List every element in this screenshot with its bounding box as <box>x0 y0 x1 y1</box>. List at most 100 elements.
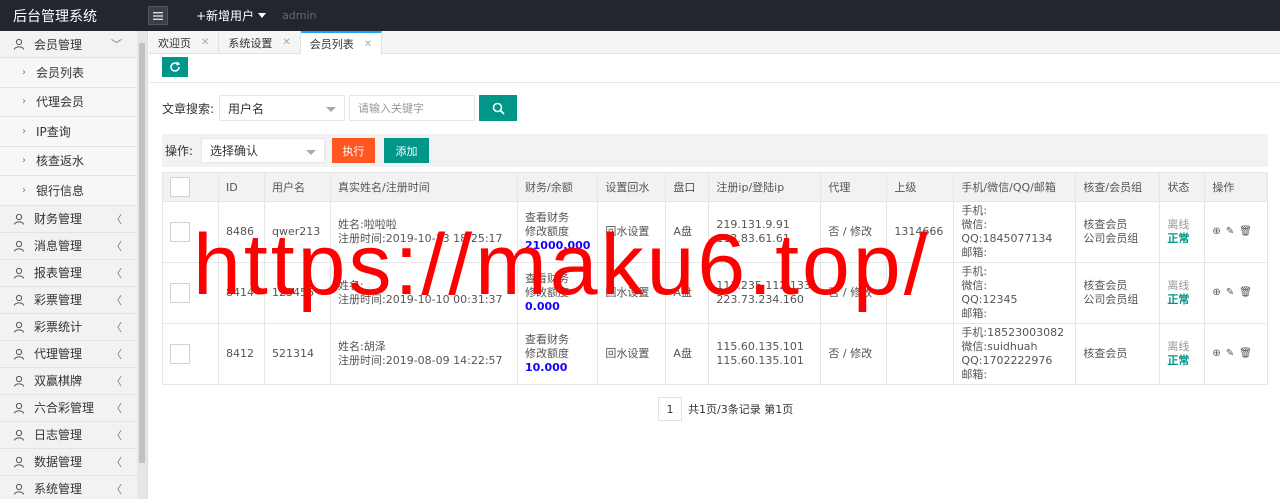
trash-icon[interactable]: 🗑 <box>1239 225 1252 239</box>
download-icon[interactable]: ⊕ <box>1212 225 1220 239</box>
member-group: 公司会员组 <box>1083 232 1139 245</box>
close-icon[interactable]: ✕ <box>282 37 290 48</box>
edit-quota-link[interactable]: 修改额度 <box>525 347 590 361</box>
cell-status: 离线 正常 <box>1159 323 1206 385</box>
download-icon[interactable]: ⊕ <box>1212 347 1220 361</box>
execute-button[interactable]: 执行 <box>332 138 376 163</box>
keyword-placeholder: 请输入关键字 <box>358 102 425 115</box>
tab-system-settings[interactable]: 系统设置 ✕ <box>219 31 301 54</box>
edit-icon[interactable]: ✎ <box>1226 347 1234 361</box>
keyword-input[interactable]: 请输入关键字 <box>349 95 476 121</box>
sidebar-subitem[interactable]: › IP查询 <box>0 117 138 147</box>
register-ip: 219.131.9.91 <box>716 218 790 231</box>
search-button[interactable] <box>479 95 518 121</box>
cell-rebate: 回水设置 <box>597 262 667 324</box>
agent-toggle-link[interactable]: 否 / 修改 <box>828 286 872 299</box>
wechat: 微信:suidhuah <box>961 340 1038 353</box>
register-ip: 115.60.135.101 <box>716 340 804 353</box>
edit-quota-link[interactable]: 修改额度 <box>525 225 590 239</box>
online-status: 离线 <box>1167 218 1190 231</box>
view-finance-link[interactable]: 查看财务 <box>525 211 590 225</box>
rebate-setting-link[interactable]: 回水设置 <box>605 286 649 299</box>
download-icon[interactable]: ⊕ <box>1212 286 1220 300</box>
cell-realname: 姓名:啦啦啦 注册时间:2019-10-13 18:25:17 <box>330 201 518 263</box>
operation-select[interactable]: 选择确认 <box>201 138 326 163</box>
online-status: 离线 <box>1167 279 1190 292</box>
cell-agent: 否 / 修改 <box>820 201 888 263</box>
check-member-link[interactable]: 核查会员 <box>1083 279 1152 293</box>
chevron-left-icon: 〈 <box>111 428 122 442</box>
sidebar-item[interactable]: 系统管理 〈 <box>0 476 138 499</box>
caret-down-icon <box>306 150 317 155</box>
sidebar-item[interactable]: 报表管理 〈 <box>0 260 138 287</box>
sidebar-scrollbar[interactable] <box>137 31 147 499</box>
agent-toggle-link[interactable]: 否 / 修改 <box>828 347 872 360</box>
admin-username[interactable]: admin <box>282 9 316 22</box>
chevron-left-icon: 〈 <box>111 320 122 334</box>
reg-time: 注册时间:2019-10-13 18:25:17 <box>338 232 503 245</box>
sidebar-item[interactable]: 彩票管理 〈 <box>0 287 138 314</box>
cell-rebate: 回水设置 <box>597 323 667 385</box>
sidebar-item[interactable]: 日志管理 〈 <box>0 422 138 449</box>
cell-finance: 查看财务 修改额度 0.000 <box>516 262 599 324</box>
menu-toggle-button[interactable] <box>148 6 168 25</box>
col-finance: 财务/余额 <box>516 172 599 202</box>
rebate-setting-link[interactable]: 回水设置 <box>605 347 649 360</box>
add-user-menu[interactable]: +新增用户 <box>196 7 267 24</box>
check-member-link[interactable]: 核查会员 <box>1083 218 1152 232</box>
sidebar-item[interactable]: 代理管理 〈 <box>0 341 138 368</box>
sidebar-subitem[interactable]: › 银行信息 <box>0 176 138 206</box>
cell-username: 521314 <box>264 323 331 385</box>
sidebar-subitem[interactable]: › 会员列表 <box>0 58 138 88</box>
edit-icon[interactable]: ✎ <box>1226 225 1234 239</box>
trash-icon[interactable]: 🗑 <box>1239 286 1252 300</box>
edit-icon[interactable]: ✎ <box>1226 286 1234 300</box>
chevron-left-icon: 〈 <box>111 239 122 253</box>
balance: 0.000 <box>525 300 560 313</box>
email: 邮箱: <box>961 246 988 259</box>
account-status: 正常 <box>1167 354 1190 367</box>
close-icon[interactable]: ✕ <box>364 39 372 50</box>
row-select-cell <box>162 201 219 263</box>
cell-check: 核查会员 公司会员组 <box>1075 201 1161 263</box>
chevron-left-icon: 〈 <box>111 293 122 307</box>
chevron-right-icon: › <box>22 125 26 137</box>
sidebar-item[interactable]: 消息管理 〈 <box>0 233 138 260</box>
row-checkbox[interactable] <box>170 344 190 364</box>
cell-ops: ⊕ ✎ 🗑 <box>1204 201 1268 263</box>
add-button[interactable]: 添加 <box>384 138 430 163</box>
sidebar-item[interactable]: 数据管理 〈 <box>0 449 138 476</box>
trash-icon[interactable]: 🗑 <box>1239 347 1252 361</box>
select-all-checkbox[interactable] <box>170 177 190 197</box>
refresh-button[interactable] <box>162 57 188 77</box>
col-id: ID <box>218 172 265 202</box>
view-finance-link[interactable]: 查看财务 <box>525 272 590 286</box>
tab-welcome[interactable]: 欢迎页 ✕ <box>149 31 220 54</box>
real-name: 姓名: <box>338 279 364 292</box>
page-button[interactable]: 1 <box>658 397 682 421</box>
rebate-setting-link[interactable]: 回水设置 <box>605 225 649 238</box>
row-checkbox[interactable] <box>170 222 190 242</box>
edit-quota-link[interactable]: 修改额度 <box>525 286 590 300</box>
cell-check: 核查会员 公司会员组 <box>1075 262 1161 324</box>
close-icon[interactable]: ✕ <box>201 37 209 48</box>
sidebar-item[interactable]: 会员管理 ﹀ <box>0 31 138 58</box>
chevron-left-icon: 〈 <box>111 401 122 415</box>
sidebar-subitem[interactable]: › 核查返水 <box>0 146 138 176</box>
sidebar-item[interactable]: 彩票统计 〈 <box>0 314 138 341</box>
col-ip: 注册ip/登陆ip <box>708 172 822 202</box>
sidebar-item[interactable]: 双赢棋牌 〈 <box>0 368 138 395</box>
tab-member-list[interactable]: 会员列表 ✕ <box>300 31 383 55</box>
sidebar-item[interactable]: 六合彩管理 〈 <box>0 395 138 422</box>
cell-realname: 姓名:胡泽 注册时间:2019-08-09 14:22:57 <box>330 323 518 385</box>
check-member-link[interactable]: 核查会员 <box>1083 347 1152 361</box>
sidebar-subitem[interactable]: › 代理会员 <box>0 87 138 117</box>
row-checkbox[interactable] <box>170 283 190 303</box>
agent-toggle-link[interactable]: 否 / 修改 <box>828 225 872 238</box>
view-finance-link[interactable]: 查看财务 <box>525 333 590 347</box>
sidebar-item[interactable]: 财务管理 〈 <box>0 206 138 233</box>
search-field-select[interactable]: 用户名 <box>219 95 346 121</box>
search-form: 文章搜索: 用户名 请输入关键字 <box>162 95 518 121</box>
cell-ops: ⊕ ✎ 🗑 <box>1204 323 1268 385</box>
cell-parent: 1314666 <box>886 201 955 263</box>
